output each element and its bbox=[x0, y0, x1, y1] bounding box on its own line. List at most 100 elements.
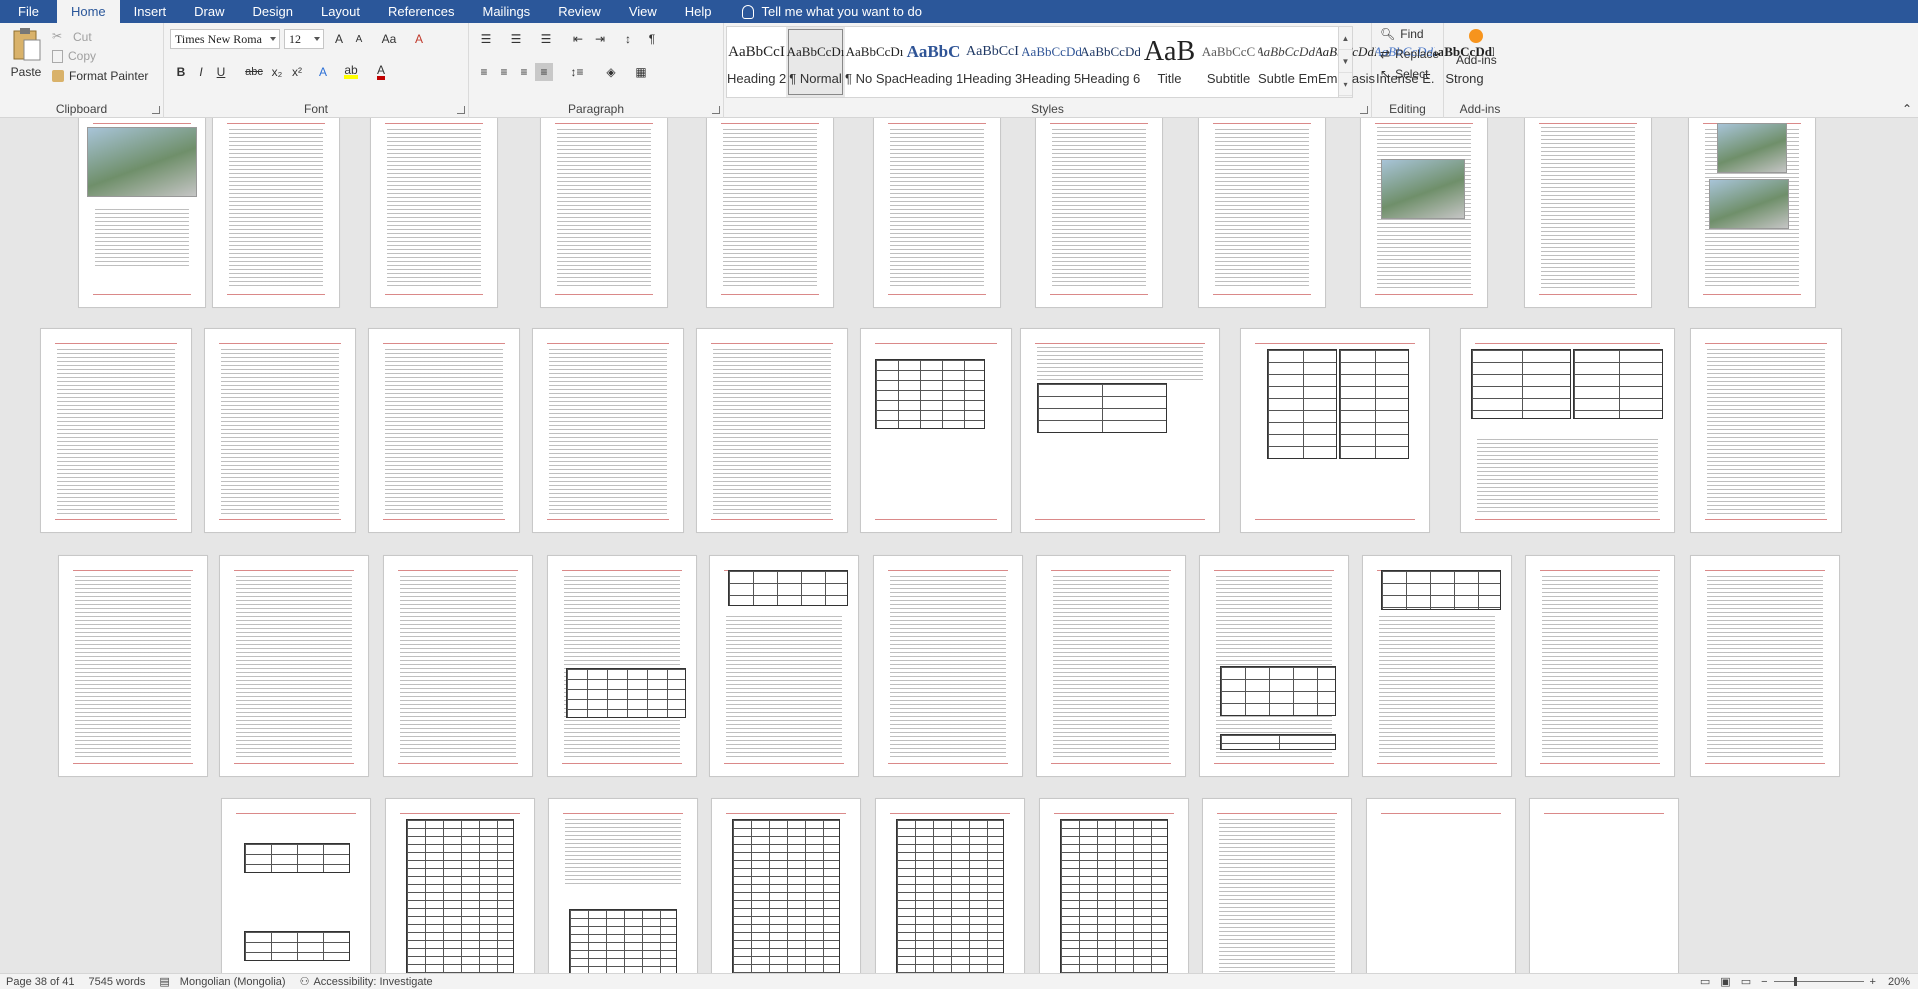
tab-review[interactable]: Review bbox=[544, 0, 615, 23]
document-page[interactable] bbox=[1240, 328, 1430, 533]
sort-button[interactable]: ↕ bbox=[619, 30, 637, 48]
document-page[interactable] bbox=[1202, 798, 1352, 973]
justify-button[interactable]: ≡ bbox=[535, 63, 553, 81]
document-page[interactable] bbox=[219, 555, 369, 777]
font-dialog-launcher[interactable] bbox=[457, 106, 465, 114]
style-heading-3[interactable]: AaBbCcI Heading 3 bbox=[963, 27, 1022, 97]
document-page[interactable] bbox=[204, 328, 356, 533]
bullets-button[interactable]: ☰ bbox=[475, 30, 497, 48]
italic-button[interactable]: I bbox=[192, 63, 210, 81]
style-heading-6[interactable]: AaBbCcDd Heading 6 bbox=[1081, 27, 1140, 97]
clear-formatting-button[interactable]: A bbox=[410, 30, 428, 48]
styles-dialog-launcher[interactable] bbox=[1360, 106, 1368, 114]
document-page[interactable] bbox=[873, 555, 1023, 777]
font-color-button[interactable]: A bbox=[372, 63, 390, 81]
web-layout-button[interactable]: ▭ bbox=[1741, 975, 1751, 988]
find-button[interactable]: 🔍︎ Find bbox=[1380, 27, 1424, 41]
align-left-button[interactable]: ≡ bbox=[475, 63, 493, 81]
document-page[interactable] bbox=[706, 118, 834, 308]
multilevel-list-button[interactable]: ☰ bbox=[535, 30, 557, 48]
underline-button[interactable]: U bbox=[212, 63, 230, 81]
cut-button[interactable]: ✂ Cut bbox=[52, 29, 92, 45]
grow-font-button[interactable]: A bbox=[330, 30, 348, 48]
document-page[interactable] bbox=[1039, 798, 1189, 973]
document-page[interactable] bbox=[1199, 555, 1349, 777]
word-count[interactable]: 7545 words bbox=[89, 976, 146, 988]
document-page[interactable] bbox=[78, 118, 206, 308]
language-indicator[interactable]: Mongolian (Mongolia) bbox=[180, 976, 286, 988]
addins-button[interactable]: Add-ins bbox=[1456, 29, 1497, 67]
document-page[interactable] bbox=[383, 555, 533, 777]
align-center-button[interactable]: ≡ bbox=[495, 63, 513, 81]
highlight-button[interactable]: ab bbox=[342, 63, 360, 81]
font-family-box[interactable]: Times New Roma bbox=[170, 29, 280, 49]
zoom-out-button[interactable]: − bbox=[1761, 976, 1767, 988]
shading-button[interactable]: ◈ bbox=[599, 63, 623, 81]
zoom-slider-thumb[interactable] bbox=[1793, 977, 1797, 986]
document-page[interactable] bbox=[1690, 328, 1842, 533]
show-formatting-button[interactable]: ¶ bbox=[643, 30, 661, 48]
align-right-button[interactable]: ≡ bbox=[515, 63, 533, 81]
zoom-in-button[interactable]: + bbox=[1870, 976, 1876, 988]
document-page[interactable] bbox=[532, 328, 684, 533]
document-page[interactable] bbox=[540, 118, 668, 308]
style-heading-2[interactable]: AaBbCcI Heading 2 bbox=[727, 27, 786, 97]
style-subtitle[interactable]: AaBbCcC Subtitle bbox=[1199, 27, 1258, 97]
document-page[interactable] bbox=[1688, 118, 1816, 308]
document-page[interactable] bbox=[1524, 118, 1652, 308]
format-painter-button[interactable]: Format Painter bbox=[52, 69, 148, 83]
document-page[interactable] bbox=[1198, 118, 1326, 308]
document-page[interactable] bbox=[1525, 555, 1675, 777]
paragraph-dialog-launcher[interactable] bbox=[712, 106, 720, 114]
line-spacing-button[interactable]: ↕≡ bbox=[565, 63, 589, 81]
tab-draw[interactable]: Draw bbox=[180, 0, 238, 23]
tab-layout[interactable]: Layout bbox=[307, 0, 374, 23]
bold-button[interactable]: B bbox=[172, 63, 190, 81]
style-no-spac[interactable]: AaBbCcDı ¶ No Spac... bbox=[845, 27, 904, 97]
subscript-button[interactable]: x₂ bbox=[268, 63, 286, 81]
tab-design[interactable]: Design bbox=[239, 0, 307, 23]
tab-help[interactable]: Help bbox=[671, 0, 726, 23]
font-size-box[interactable]: 12 bbox=[284, 29, 324, 49]
style-subtle-em[interactable]: AaBbCcDdI Subtle Em... bbox=[1258, 27, 1317, 97]
document-page[interactable] bbox=[1035, 118, 1163, 308]
tab-file[interactable]: File bbox=[0, 0, 57, 23]
document-page[interactable] bbox=[1362, 555, 1512, 777]
increase-indent-button[interactable]: ⇥ bbox=[591, 30, 609, 48]
document-page[interactable] bbox=[212, 118, 340, 308]
tab-mailings[interactable]: Mailings bbox=[469, 0, 545, 23]
document-page[interactable] bbox=[221, 798, 371, 973]
tab-view[interactable]: View bbox=[615, 0, 671, 23]
shrink-font-button[interactable]: A bbox=[350, 30, 368, 48]
gallery-scroll-arrow-icon[interactable]: ▼ bbox=[1339, 50, 1352, 73]
style-heading-5[interactable]: AaBbCcDd Heading 5 bbox=[1022, 27, 1081, 97]
document-page[interactable] bbox=[368, 328, 520, 533]
document-page[interactable] bbox=[1020, 328, 1220, 533]
decrease-indent-button[interactable]: ⇤ bbox=[569, 30, 587, 48]
document-page[interactable] bbox=[709, 555, 859, 777]
zoom-level[interactable]: 20% bbox=[1888, 976, 1910, 988]
document-page[interactable] bbox=[385, 798, 535, 973]
zoom-slider[interactable] bbox=[1773, 977, 1864, 986]
document-page[interactable] bbox=[58, 555, 208, 777]
tab-insert[interactable]: Insert bbox=[120, 0, 181, 23]
copy-button[interactable]: Copy bbox=[52, 49, 96, 63]
text-effects-button[interactable]: A bbox=[314, 63, 332, 81]
document-page[interactable] bbox=[1360, 118, 1488, 308]
document-page[interactable] bbox=[548, 798, 698, 973]
document-page[interactable] bbox=[547, 555, 697, 777]
tell-me-search[interactable]: Tell me what you want to do bbox=[726, 0, 922, 23]
document-page[interactable] bbox=[696, 328, 848, 533]
paste-button[interactable]: Paste bbox=[6, 27, 46, 91]
document-page[interactable] bbox=[875, 798, 1025, 973]
select-button[interactable]: ↖ Select bbox=[1380, 67, 1428, 81]
document-page[interactable] bbox=[1529, 798, 1679, 973]
accessibility-status[interactable]: Accessibility: Investigate bbox=[313, 976, 432, 988]
superscript-button[interactable]: x² bbox=[288, 63, 306, 81]
page-count[interactable]: Page 38 of 41 bbox=[6, 976, 75, 988]
document-page[interactable] bbox=[1366, 798, 1516, 973]
print-layout-button[interactable]: ▣ bbox=[1720, 975, 1730, 988]
document-page[interactable] bbox=[860, 328, 1012, 533]
replace-button[interactable]: ⇄ Replace bbox=[1380, 47, 1439, 61]
borders-button[interactable]: ▦ bbox=[629, 63, 653, 81]
